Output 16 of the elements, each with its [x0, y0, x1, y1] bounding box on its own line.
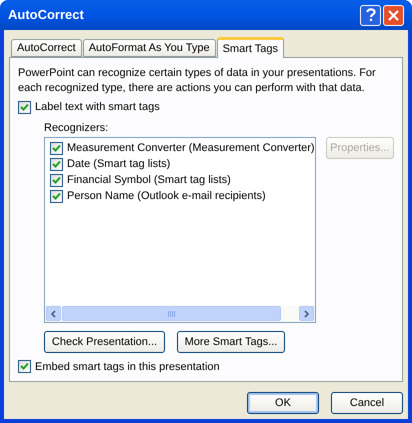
description-text: PowerPoint can recognize certain types of data in your presentations. For each recognized type, there are actions you can perform with that data.	[18, 66, 377, 96]
recognizer-label: Person Name (Outlook e-mail recipients)	[67, 189, 266, 204]
dialog-button[interactable]: OK	[247, 392, 319, 414]
checkbox-label: Label text with smart tags	[35, 100, 160, 115]
recognizer-label: Measurement Converter (Measurement Converter)	[67, 141, 315, 156]
recognizers-label: Recognizers:	[44, 120, 110, 136]
action-button[interactable]: More Smart Tags...	[177, 331, 285, 353]
dialog-button[interactable]: Cancel	[331, 392, 403, 414]
window-title: AutoCorrect	[8, 6, 85, 24]
recognizer-label: Financial Symbol (Smart tag lists)	[67, 173, 231, 188]
tab[interactable]: AutoCorrect	[11, 39, 82, 57]
tab[interactable]: Smart Tags	[216, 37, 284, 58]
recognizer-label: Date (Smart tag lists)	[67, 157, 170, 172]
action-button[interactable]: Check Presentation...	[44, 331, 165, 353]
checkbox-label: Embed smart tags in this presentation	[35, 360, 220, 374]
tab[interactable]: AutoFormat As You Type	[82, 39, 216, 57]
